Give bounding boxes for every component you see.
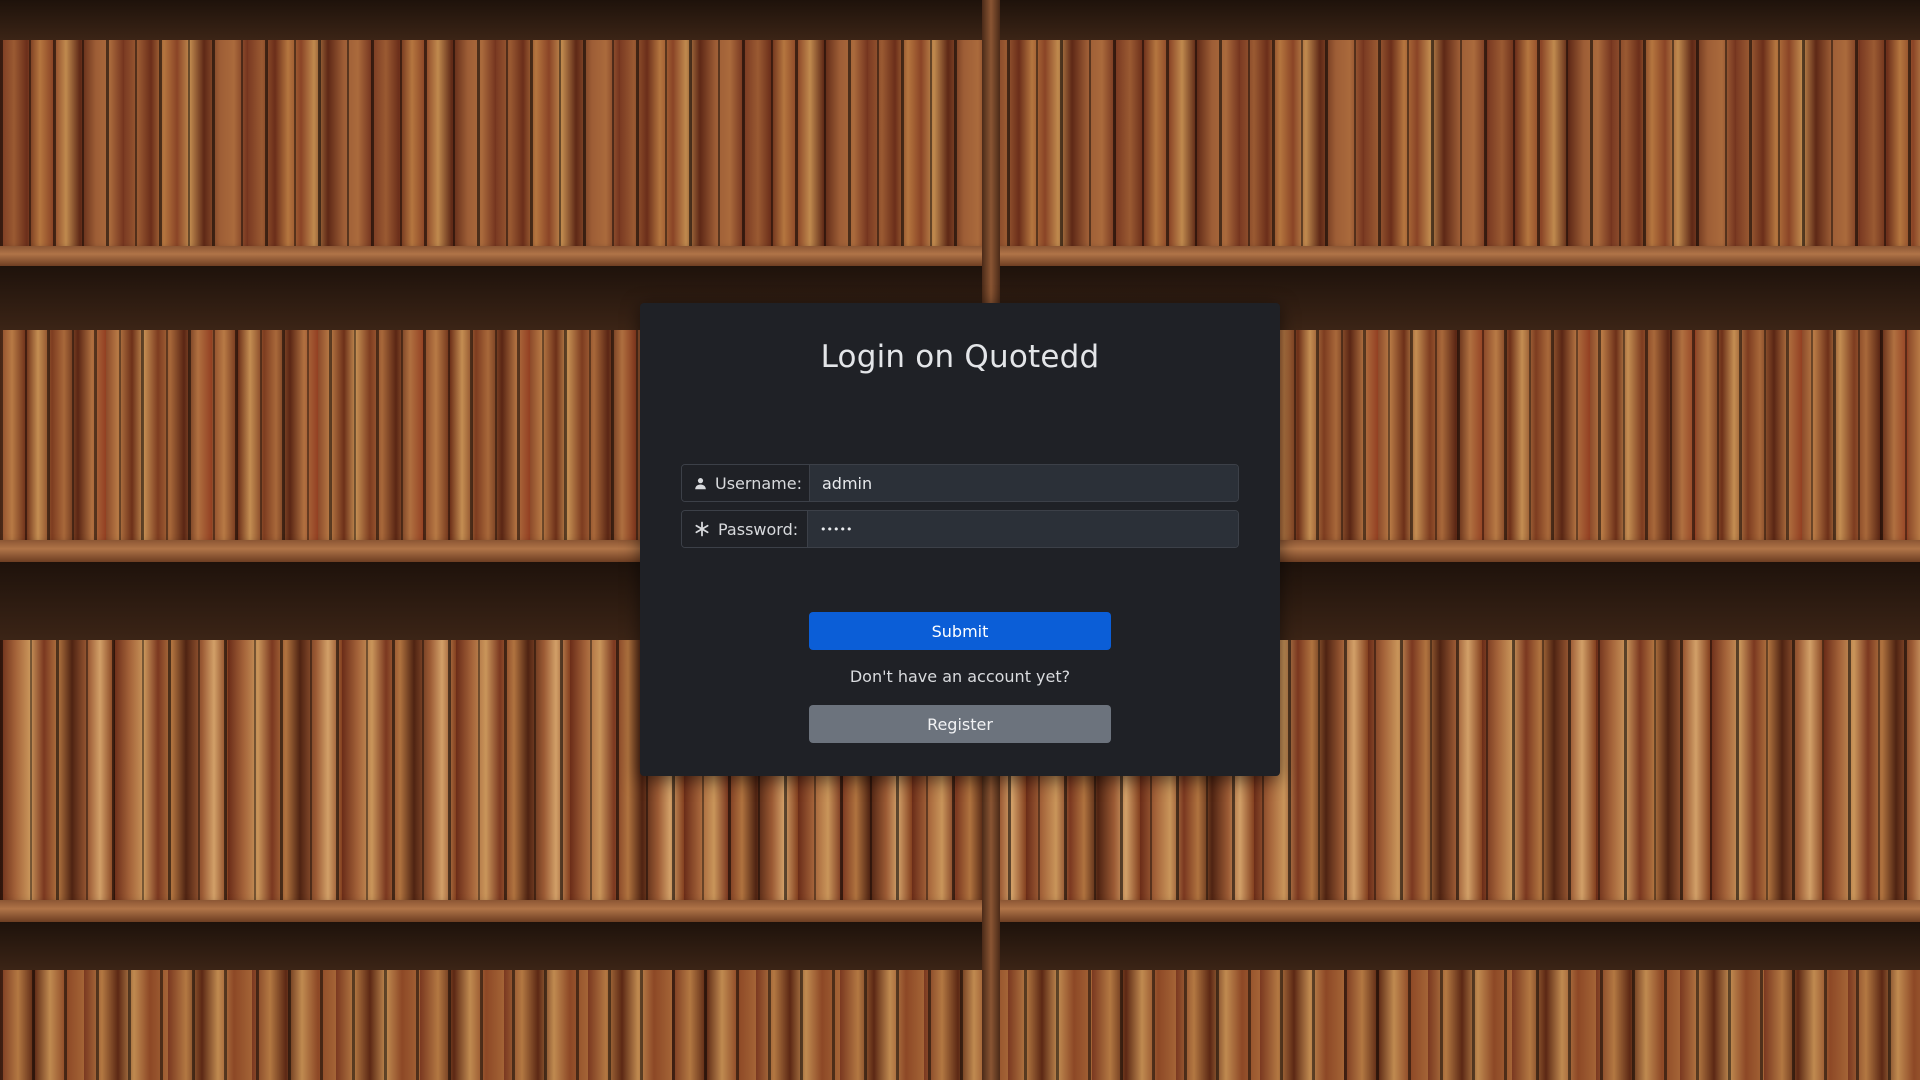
asterisk-icon [694, 521, 710, 537]
person-icon [694, 475, 707, 491]
shelf-board [0, 246, 1920, 266]
password-label-text: Password: [718, 519, 799, 539]
account-prompt: Don't have an account yet? [849, 667, 1071, 686]
username-input[interactable] [810, 465, 1238, 501]
login-card: Login on Quotedd Username: admin Passwor… [640, 303, 1280, 776]
book-row [0, 970, 1920, 1080]
username-label-text: Username: [715, 473, 802, 493]
shelf-back [0, 0, 1920, 40]
username-label: Username: [682, 465, 810, 501]
password-group: Password: [681, 510, 1239, 548]
book-row [0, 40, 1920, 250]
submit-button[interactable]: Submit [809, 612, 1111, 650]
register-button[interactable]: Register [809, 705, 1111, 743]
login-title: Login on Quotedd [820, 339, 1100, 375]
password-input[interactable] [808, 511, 1238, 547]
username-group: Username: [681, 464, 1239, 502]
shelf-board [0, 900, 1920, 922]
shelf-back [0, 922, 1920, 970]
password-label: Password: [682, 511, 808, 547]
